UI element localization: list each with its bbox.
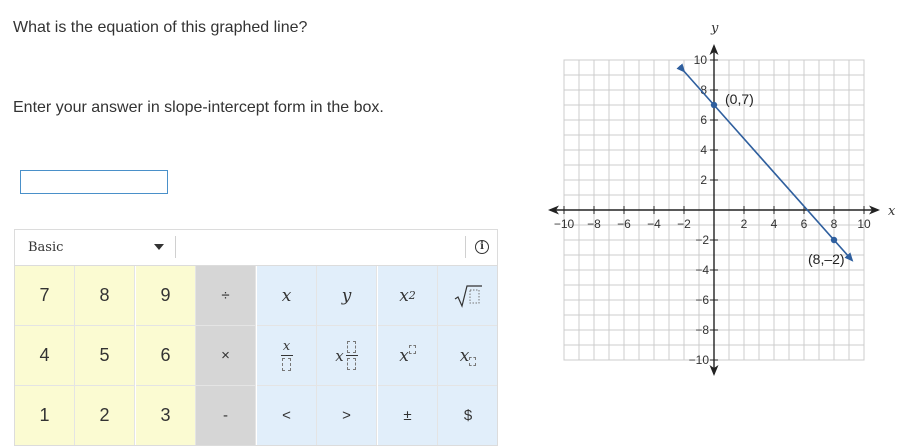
info-icon[interactable]: i bbox=[475, 240, 489, 254]
y-axis-label: y bbox=[710, 21, 719, 36]
coordinate-graph: −10 −8 −6 −4 −2 2 4 6 8 10108642−2−4−6−8−10 x y (… bbox=[548, 21, 896, 376]
y-tick-label: −10 bbox=[689, 353, 710, 367]
answer-input[interactable] bbox=[20, 170, 168, 194]
key-less-than[interactable]: < bbox=[257, 386, 317, 445]
x-tick-label: 8 bbox=[831, 217, 838, 231]
key-square-root[interactable] bbox=[438, 266, 497, 326]
fraction-numerator: x bbox=[282, 339, 291, 354]
key-power[interactable]: x bbox=[378, 326, 438, 386]
key-6[interactable]: 6 bbox=[136, 326, 196, 386]
x-tick-label: 2 bbox=[741, 217, 748, 231]
math-keypad: Basic i 7 8 9 ÷ x y x2 4 5 6 × x x x x 1… bbox=[14, 229, 498, 446]
x-tick-label: −6 bbox=[617, 217, 631, 231]
key-x-squared-base: x bbox=[399, 285, 409, 306]
placeholder-box bbox=[469, 357, 477, 366]
placeholder-box bbox=[408, 345, 416, 354]
y-tick-label: 4 bbox=[700, 143, 707, 157]
key-8[interactable]: 8 bbox=[75, 266, 135, 326]
key-times[interactable]: × bbox=[196, 326, 256, 386]
key-greater-than[interactable]: > bbox=[317, 386, 377, 445]
subscript-base: x bbox=[459, 345, 470, 366]
toolbar-divider bbox=[465, 236, 466, 258]
key-3[interactable]: 3 bbox=[136, 386, 196, 445]
x-tick-label: −10 bbox=[554, 217, 575, 231]
x-tick-label: 10 bbox=[857, 217, 871, 231]
key-mixed-fraction[interactable]: x bbox=[317, 326, 377, 386]
key-dollar[interactable]: $ bbox=[438, 386, 497, 445]
placeholder-box bbox=[282, 358, 291, 371]
x-tick-label: −8 bbox=[587, 217, 601, 231]
instruction-text: Enter your answer in slope-intercept for… bbox=[13, 99, 384, 116]
x-tick-label: 6 bbox=[801, 217, 808, 231]
graphed-line bbox=[676, 63, 854, 262]
power-base: x bbox=[399, 345, 409, 366]
key-x-squared[interactable]: x2 bbox=[378, 266, 438, 326]
keypad-mode-label: Basic bbox=[28, 240, 64, 255]
key-y[interactable]: y bbox=[317, 266, 377, 326]
key-plus-minus[interactable]: ± bbox=[378, 386, 438, 445]
key-x-squared-exp: 2 bbox=[408, 289, 416, 302]
y-tick-label: −2 bbox=[695, 233, 709, 247]
key-5[interactable]: 5 bbox=[75, 326, 135, 386]
y-tick-label: 10 bbox=[694, 53, 708, 67]
chevron-down-icon[interactable] bbox=[154, 244, 164, 250]
y-tick-label: −6 bbox=[695, 293, 709, 307]
x-tick-label: −4 bbox=[647, 217, 661, 231]
key-1[interactable]: 1 bbox=[15, 386, 75, 445]
placeholder-box bbox=[347, 358, 357, 370]
keypad-grid: 7 8 9 ÷ x y x2 4 5 6 × x x x x 1 2 3 - <… bbox=[15, 266, 497, 445]
fraction-icon: x bbox=[280, 339, 293, 371]
key-9[interactable]: 9 bbox=[136, 266, 196, 326]
y-tick-label: 2 bbox=[700, 173, 707, 187]
fraction-icon bbox=[345, 341, 358, 370]
question-text: What is the equation of this graphed lin… bbox=[13, 19, 308, 36]
y-tick-label: −4 bbox=[695, 263, 709, 277]
point-b-label: (8,–2) bbox=[808, 251, 845, 267]
key-minus[interactable]: - bbox=[196, 386, 256, 445]
toolbar-divider bbox=[175, 236, 176, 258]
square-root-icon bbox=[454, 284, 482, 308]
point-a bbox=[710, 101, 718, 109]
key-divide[interactable]: ÷ bbox=[196, 266, 256, 326]
y-tick-label: −8 bbox=[695, 323, 709, 337]
x-tick-label: −2 bbox=[677, 217, 691, 231]
y-tick-label: 6 bbox=[700, 113, 707, 127]
mixed-fraction-whole: x bbox=[335, 346, 344, 365]
graph-axes bbox=[548, 44, 880, 376]
x-tick-label: 4 bbox=[771, 217, 778, 231]
key-x[interactable]: x bbox=[257, 266, 317, 326]
key-subscript[interactable]: x bbox=[438, 326, 497, 386]
key-7[interactable]: 7 bbox=[15, 266, 75, 326]
point-b bbox=[830, 236, 838, 244]
point-a-label: (0,7) bbox=[725, 91, 754, 107]
keypad-toolbar: Basic i bbox=[15, 230, 497, 266]
placeholder-box bbox=[347, 341, 357, 353]
key-fraction-x[interactable]: x bbox=[257, 326, 317, 386]
key-4[interactable]: 4 bbox=[15, 326, 75, 386]
key-2[interactable]: 2 bbox=[75, 386, 135, 445]
x-axis-label: x bbox=[888, 204, 896, 219]
